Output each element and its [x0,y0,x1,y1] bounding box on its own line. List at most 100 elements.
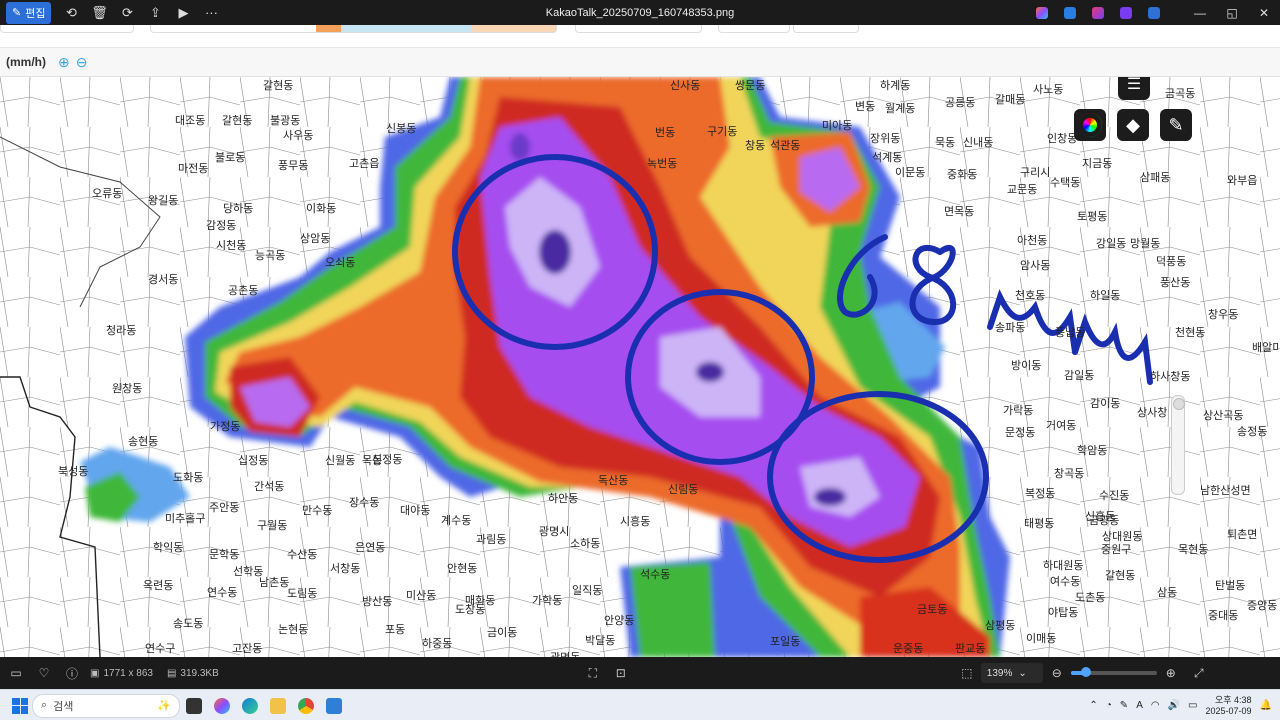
district-label: 도화동 [173,472,204,484]
rain-core [539,230,571,274]
district-label: 십정동 [238,455,269,467]
pen-icon: ✎ [1168,114,1184,135]
district-label: 오쇠동 [325,257,356,269]
app-tray-icon[interactable]: ◔ [1106,700,1112,711]
district-label: 대야동 [400,505,431,517]
captured-toolbar-strip [0,25,1280,48]
strip-legend [150,25,557,33]
close-button[interactable]: ✕ [1248,6,1280,20]
favorite-icon[interactable]: ♡ [30,666,58,680]
district-label: 송도동 [173,618,204,630]
district-label: 신봉동 [386,123,417,135]
share-button[interactable]: ⇪ [141,1,169,25]
notification-bell-icon[interactable]: 🔔 [1260,700,1272,711]
district-label: 사노동 [1033,84,1064,96]
pen-menu-button[interactable]: ☰ [1118,77,1150,100]
zoom-out-icon[interactable]: ⊖ [76,54,88,71]
task-view-icon[interactable] [186,697,202,714]
district-label: 방산동 [362,596,393,608]
district-label: 창우동 [1208,309,1239,321]
photos-icon[interactable] [326,697,342,714]
edit-button[interactable]: ✎ 편집 [6,1,52,24]
restore-button[interactable]: ◱ [1216,6,1248,20]
pen-button[interactable]: ✎ [1160,109,1192,141]
district-label: 인창동 [1047,133,1078,145]
radar-legend-bar: (mm/h) ⊕ ⊖ [0,48,1280,77]
filmstrip-icon[interactable]: ▭ [2,666,30,680]
district-label: 오류동 [92,188,123,200]
ime-icon[interactable]: A [1136,700,1143,711]
district-label: 문학동 [209,549,240,561]
rain-radar-map[interactable]: 갈현동 신사동 쌍문동 하계동 사노동 대조동 갈현동 불광동 변동 월계동 공릉동 갈매동 금곡동 사우… [0,77,1280,657]
district-label: 도창동 [455,604,486,616]
eraser-button[interactable]: ◆ [1117,109,1149,141]
district-label: 배알미 [1252,342,1280,354]
fit-window-icon[interactable]: ⬚ [953,666,981,680]
fullscreen-icon[interactable]: ⤢ [1185,666,1213,681]
start-button[interactable] [12,697,28,714]
district-label: 상암동 [300,233,331,245]
district-label: 천현동 [1175,327,1206,339]
zoom-slider[interactable] [1070,667,1157,677]
district-label: 독산동 [598,475,629,487]
zoom-slider-thumb[interactable] [1080,667,1091,677]
district-label: 운중동 [893,643,924,655]
search-icon: ⌕ [41,699,48,711]
clock-date: 2025-07-09 [1205,705,1252,716]
slideshow-button[interactable]: ▶ [169,1,197,25]
district-label: 송현동 [128,436,159,448]
actual-size-icon[interactable]: ⊡ [607,666,635,680]
clock[interactable]: 오후 4:38 2025-07-09 [1206,695,1252,717]
taskbar-search[interactable]: ⌕ 검색 ✨ [32,693,180,718]
app-shortcut-icon[interactable] [1064,6,1076,19]
zoom-out-icon[interactable]: ⊖ [1043,666,1071,680]
image-size-icon: ▣ [90,667,100,679]
district-label: 하사창동 [1150,371,1191,383]
district-label: 탄벌동 [1215,580,1246,592]
zoom-dropdown[interactable]: 139% ⌄ [980,663,1043,683]
zoom-in-icon[interactable]: ⊕ [1157,666,1185,680]
zoom-in-icon[interactable]: ⊕ [58,54,70,71]
more-button[interactable]: ··· [197,1,225,25]
rotate-button[interactable]: ⟲ [57,1,85,25]
district-label: 시천동 [216,240,247,252]
district-label: 갈현동 [1105,570,1136,582]
share-icon: ⇪ [150,4,161,20]
crop-button[interactable]: ⟳ [113,1,141,25]
edit-icon: ✎ [12,7,22,19]
district-label: 중대동 [1208,610,1239,622]
volume-icon[interactable]: 🔊 [1168,700,1180,711]
chevron-up-icon[interactable]: ⌃ [1089,700,1097,711]
district-label: 금광동 [1089,515,1120,527]
color-picker-button[interactable] [1074,109,1106,141]
minimize-button[interactable]: — [1184,6,1216,20]
slideshow-icon: ▶ [178,4,189,20]
district-label: 쌍문동 [735,80,766,92]
district-label: 갈매동 [995,94,1026,106]
slider-handle[interactable] [1173,398,1185,410]
battery-icon[interactable]: ▭ [1188,700,1197,711]
copilot-icon[interactable] [1036,6,1048,19]
onedrive-icon[interactable] [1148,6,1160,19]
edge-icon[interactable] [242,697,258,714]
map-opacity-slider[interactable] [1171,395,1185,495]
district-label: 목현동 [1178,544,1209,556]
district-label: 방이동 [1011,360,1042,372]
pen-tray-icon[interactable]: ✎ [1120,700,1128,711]
fit-screen-icon[interactable]: ⛶ [579,666,607,681]
chrome-icon[interactable] [298,697,314,714]
district-label: 학익동 [153,542,184,554]
delete-button[interactable]: 🗑 [85,1,113,25]
wifi-icon[interactable]: ◠ [1151,700,1160,711]
district-label: 연수동 [207,587,238,599]
district-label: 공릉동 [945,97,976,109]
chevron-down-icon: ⌄ [1018,667,1027,679]
info-icon[interactable]: ⓘ [58,665,86,682]
strip-segment [718,25,790,33]
district-label: 안양동 [604,615,635,627]
copilot-icon[interactable] [214,697,230,714]
district-label: 금이동 [487,627,518,639]
file-explorer-icon[interactable] [270,697,286,714]
clipchamp-icon[interactable] [1092,6,1104,19]
designer-icon[interactable] [1120,6,1132,19]
